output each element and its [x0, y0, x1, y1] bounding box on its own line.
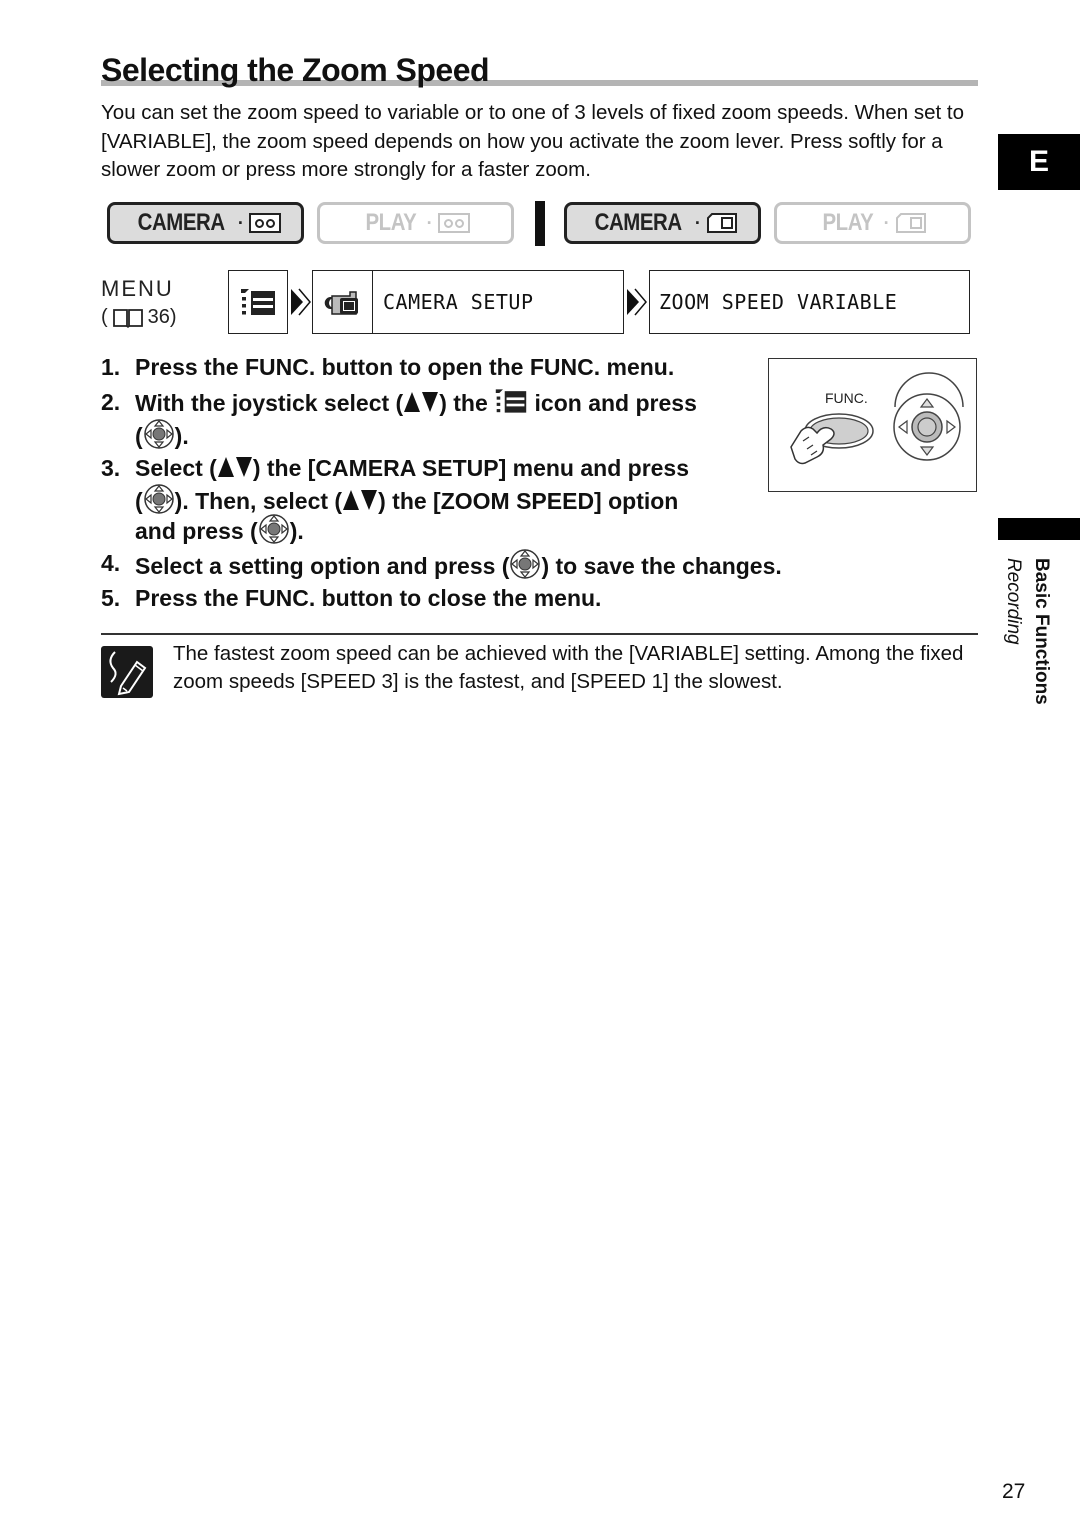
- step-text: Select a setting option and press ( ) to …: [135, 548, 782, 581]
- step-number: 5.: [101, 585, 121, 611]
- menu-arrow-icon: [291, 288, 311, 316]
- step-number: 2.: [101, 389, 121, 415]
- mode-label: PLAY: [822, 209, 874, 236]
- tape-icon: [249, 213, 282, 233]
- step-text: Press the FUNC. button to close the menu…: [135, 585, 602, 611]
- menu-camera-setup-label: CAMERA SETUP: [383, 290, 534, 314]
- joystick-press-icon: [258, 514, 289, 544]
- menu-list-icon: [495, 389, 527, 413]
- step-text-part: (: [135, 488, 143, 514]
- menu-page-reference: ( 36): [101, 306, 177, 329]
- tape-icon: [438, 213, 471, 233]
- note-text: The fastest zoom speed can be achieved w…: [173, 642, 964, 693]
- joystick-press-icon: [143, 484, 174, 514]
- step-text-part: With the joystick select (: [135, 390, 404, 416]
- mode-play-tape: PLAY ·: [317, 202, 514, 244]
- step-number: 4.: [101, 550, 121, 576]
- section-heading: Basic Functions Recording: [1000, 558, 1060, 728]
- subsection-title: Recording: [1003, 558, 1024, 645]
- menu-step-func-icon: [228, 270, 288, 334]
- intro-paragraph: You can set the zoom speed to variable o…: [101, 101, 965, 181]
- mode-camera-tape: CAMERA ·: [107, 202, 304, 244]
- step-text-part: ) the: [439, 390, 488, 416]
- step-text: With the joystick select ( ) the icon and…: [135, 387, 697, 418]
- step-text-part: ) to save the changes.: [541, 553, 782, 579]
- section-title: Basic Functions: [1031, 558, 1052, 705]
- func-joystick-diagram: FUNC.: [790, 372, 964, 465]
- menu-arrow-icon: [627, 288, 647, 316]
- language-tab: E: [998, 134, 1080, 190]
- mode-label: CAMERA: [137, 209, 225, 236]
- up-down-icon: [217, 457, 252, 477]
- step-text-part: ) the [CAMERA SETUP] menu and press: [252, 455, 690, 481]
- memory-card-icon: [896, 213, 927, 233]
- step-text: ( ). Then, select ( ) the [ZOOM SPEED] opt…: [135, 483, 678, 516]
- mode-camera-card: CAMERA ·: [564, 202, 761, 244]
- page-number: 27: [1002, 1480, 1026, 1503]
- camera-setup-icon: [324, 291, 358, 315]
- mode-divider: [535, 201, 545, 246]
- step-text-part: ). Then, select (: [174, 488, 343, 514]
- step-text-part: and press (: [135, 518, 258, 544]
- menu-step-camera-setup: CAMERA SETUP: [312, 270, 624, 334]
- step-number: 3.: [101, 455, 121, 481]
- step-number: 1.: [101, 354, 121, 380]
- mode-label: CAMERA: [594, 209, 682, 236]
- joystick-press-icon: [143, 419, 174, 449]
- book-icon: [112, 308, 143, 328]
- step-text-part: (: [135, 423, 143, 449]
- func-label: FUNC.: [825, 390, 868, 406]
- step-text: and press ().: [135, 513, 304, 546]
- mode-label: PLAY: [365, 209, 417, 236]
- step-text-part: Select a setting option and press (: [135, 553, 510, 579]
- section-tab-marker: [998, 518, 1080, 540]
- joystick-press-icon: [510, 549, 541, 579]
- pencil-note-icon: [101, 646, 153, 698]
- step-text-part: ) the [ZOOM SPEED] option: [378, 488, 679, 514]
- menu-list-icon: [241, 289, 275, 315]
- step-text-part: ).: [174, 423, 189, 449]
- step-text-part: Select (: [135, 455, 217, 481]
- step-text-part: icon and press: [534, 390, 697, 416]
- menu-zoom-speed-setting: ZOOM SPEED VARIABLE: [649, 270, 970, 334]
- step-text: ().: [135, 418, 189, 451]
- ref-paren: (: [101, 306, 108, 328]
- func-button-illustration: FUNC.: [768, 358, 977, 492]
- memory-card-icon: [707, 213, 738, 233]
- mode-play-card: PLAY ·: [774, 202, 971, 244]
- step-text: Press the FUNC. button to open the FUNC.…: [135, 354, 675, 380]
- step-text-part: ).: [289, 518, 304, 544]
- note-divider: [101, 633, 978, 635]
- step-text: Select ( ) the [CAMERA SETUP] menu and pr…: [135, 453, 689, 483]
- up-down-icon: [404, 392, 439, 412]
- menu-label: MENU: [101, 276, 174, 301]
- page-title: Selecting the Zoom Speed: [101, 52, 490, 88]
- ref-page-number: 36): [147, 306, 177, 328]
- up-down-icon: [343, 490, 378, 510]
